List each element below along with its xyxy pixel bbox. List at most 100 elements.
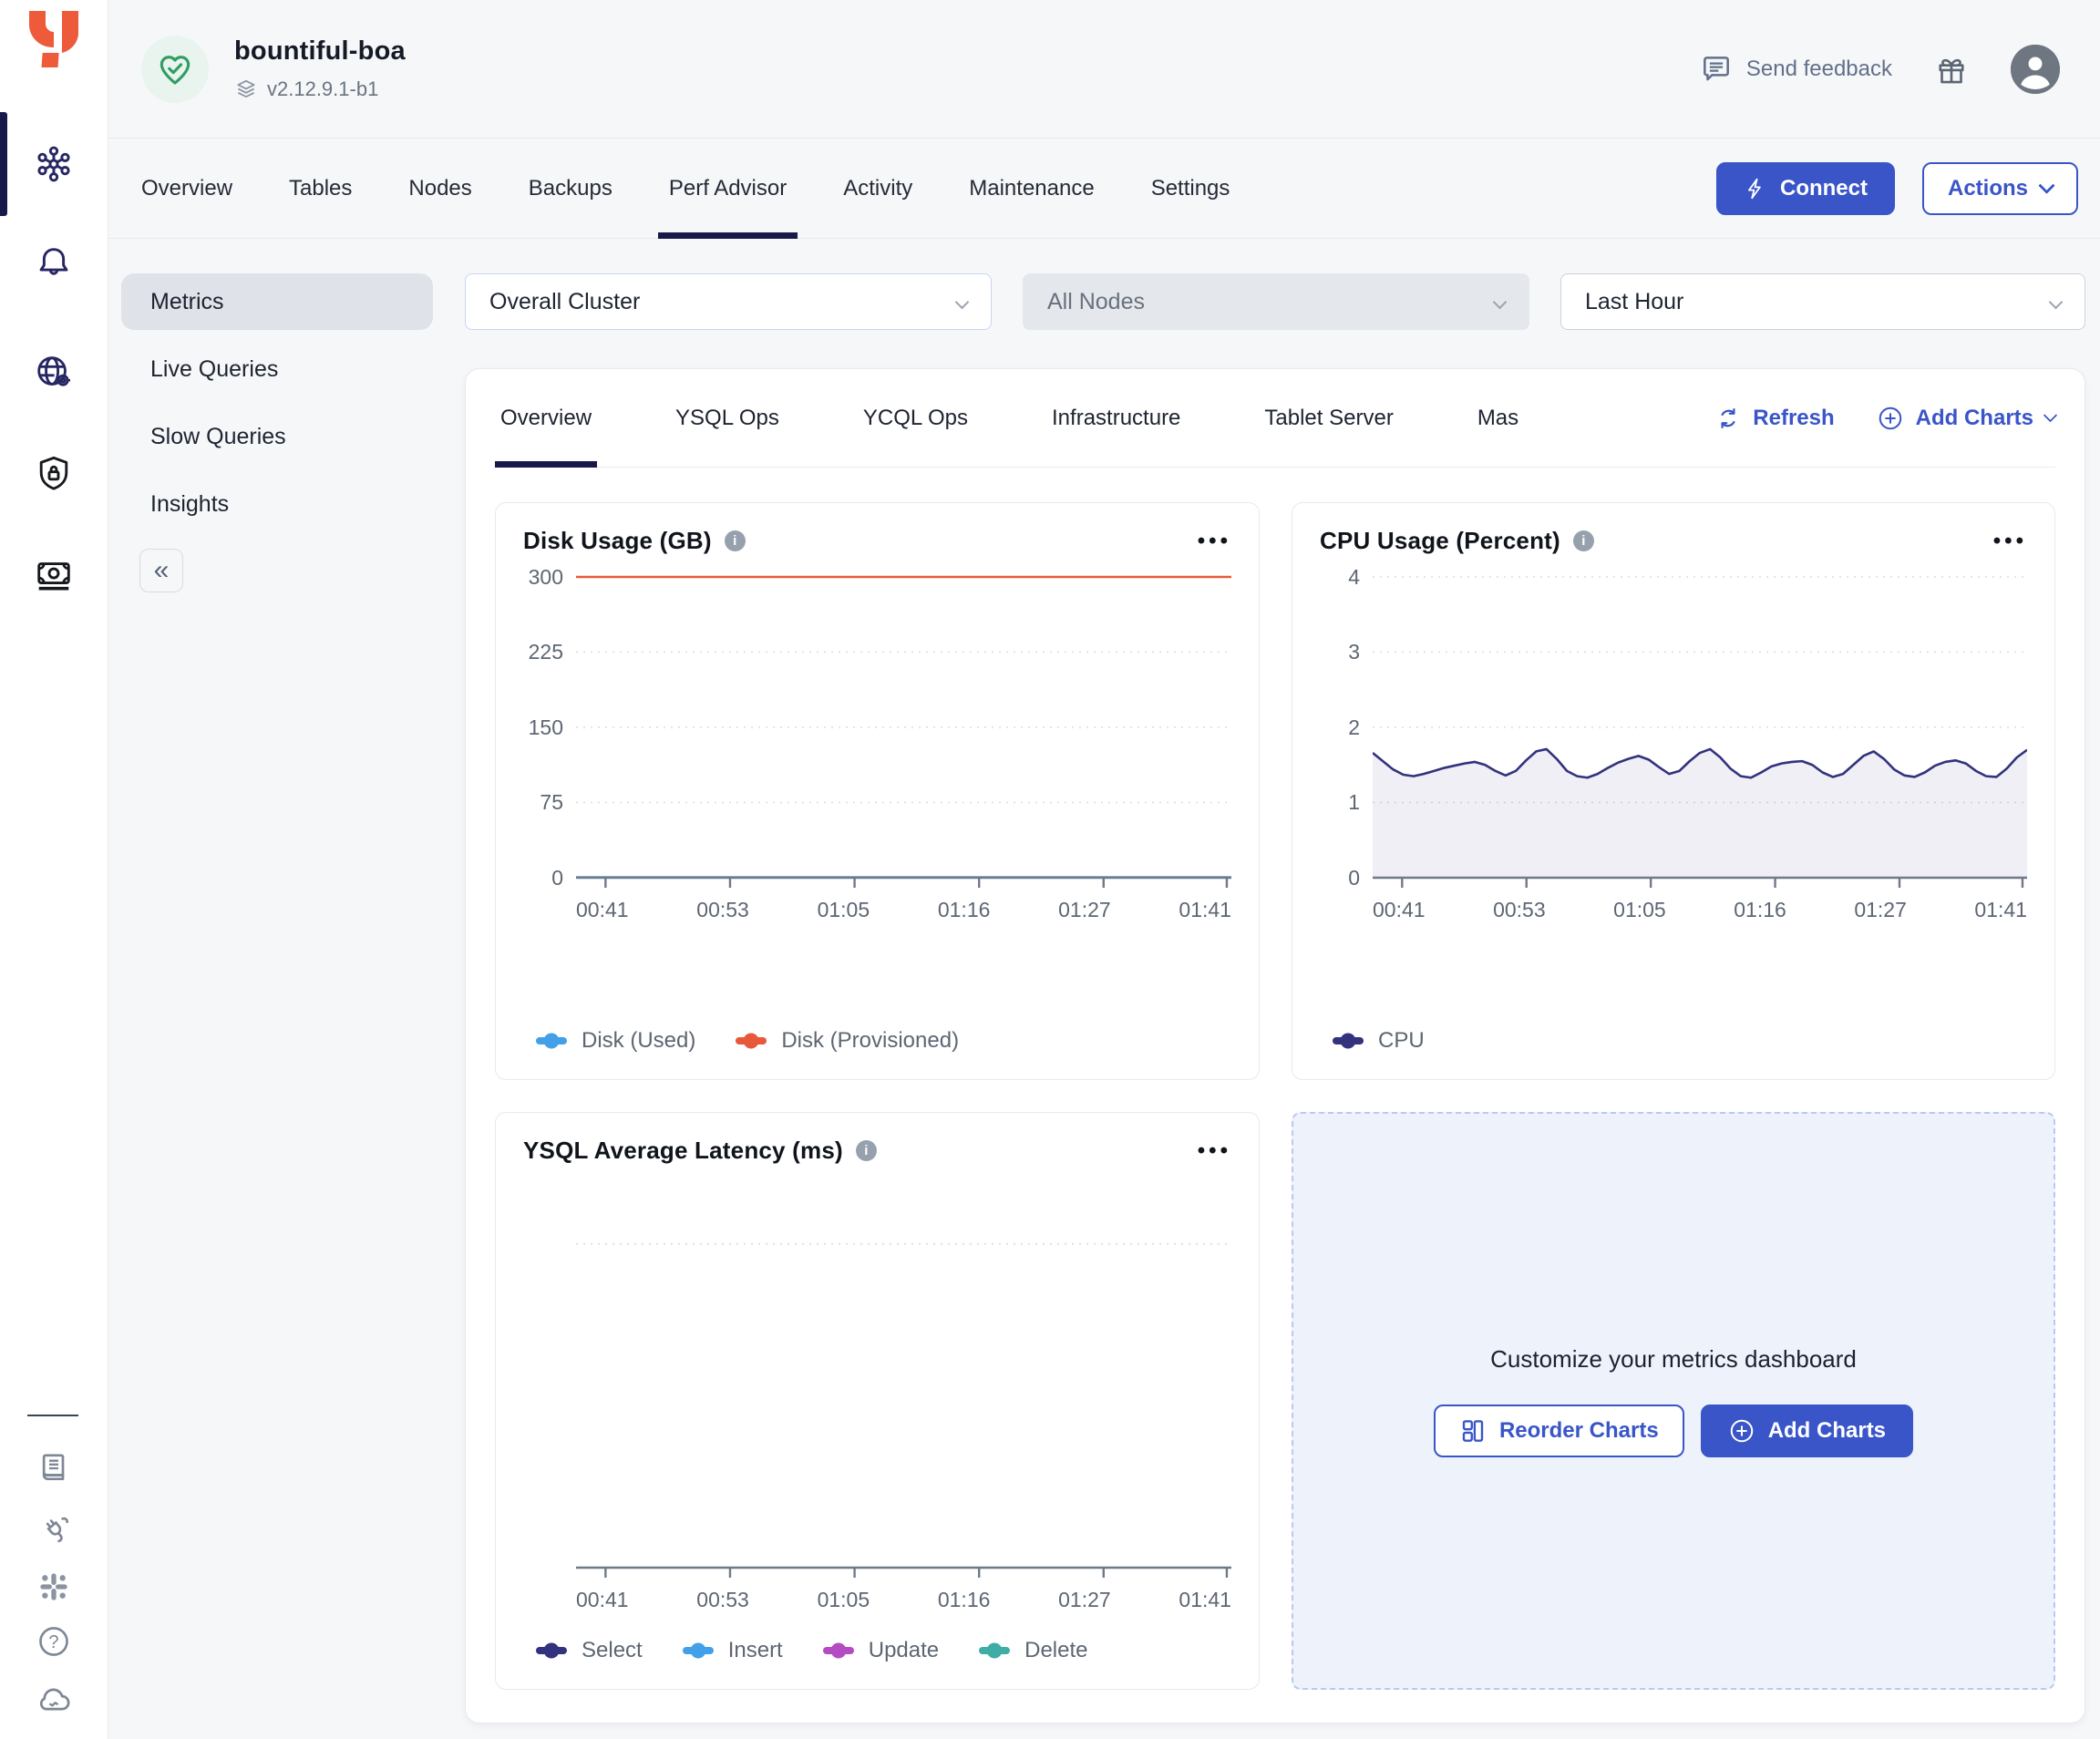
- cloud-status-icon[interactable]: [33, 1679, 75, 1721]
- reorder-grid-icon: [1459, 1417, 1487, 1445]
- x-axis-labels: 00:4100:53 01:0501:16 01:2701:41: [576, 898, 1231, 922]
- chart-title: YSQL Average Latency (ms): [523, 1137, 843, 1165]
- plus-circle-icon: [1728, 1417, 1755, 1445]
- collapse-sidebar-button[interactable]: «: [139, 549, 183, 592]
- svg-text:?: ?: [48, 1632, 58, 1652]
- x-axis-labels: 00:4100:53 01:0501:16 01:2701:41: [576, 1588, 1231, 1612]
- chevron-down-icon: [2038, 177, 2054, 193]
- metrics-tabbar: Overview YSQL Ops YCQL Ops Infrastructur…: [495, 369, 2055, 468]
- chart-legend: Disk (Used) Disk (Provisioned): [523, 1004, 1231, 1057]
- metrics-filters: Overall Cluster All Nodes Last Hour: [465, 273, 2085, 330]
- cluster-header: bountiful-boa v2.12.9.1-b1 Send feedback: [108, 0, 2100, 139]
- integrations-plug-icon[interactable]: [33, 1507, 75, 1549]
- y-axis-labels: 300225 15075 0: [523, 570, 576, 890]
- legend-update[interactable]: Update: [823, 1638, 939, 1663]
- legend-insert[interactable]: Insert: [683, 1638, 783, 1663]
- legend-delete[interactable]: Delete: [979, 1638, 1087, 1663]
- info-icon[interactable]: [1573, 530, 1594, 551]
- legend-disk-provisioned[interactable]: Disk (Provisioned): [736, 1028, 959, 1054]
- info-icon[interactable]: [725, 530, 746, 551]
- metrics-panel: Overview YSQL Ops YCQL Ops Infrastructur…: [465, 368, 2085, 1724]
- y-axis-labels: 43 21 0: [1320, 570, 1373, 890]
- subnav-insights[interactable]: Insights: [121, 476, 433, 532]
- disk-usage-chart-card: Disk Usage (GB) ••• 300225 15075 0: [495, 502, 1260, 1080]
- customize-dashboard-panel: Customize your metrics dashboard Reorder…: [1292, 1112, 2055, 1690]
- docs-book-icon[interactable]: [33, 1447, 75, 1489]
- mtab-overview[interactable]: Overview: [500, 369, 592, 467]
- ysql-latency-plot: [576, 1179, 1231, 1580]
- subnav-live-queries[interactable]: Live Queries: [121, 341, 433, 397]
- subnav-metrics[interactable]: Metrics: [121, 273, 433, 330]
- plus-circle-icon: [1877, 405, 1904, 432]
- cpu-usage-plot: [1373, 570, 2027, 890]
- mtab-master-server-truncated[interactable]: Mas: [1477, 369, 1518, 467]
- clusters-icon[interactable]: [33, 143, 75, 185]
- tab-nodes[interactable]: Nodes: [408, 139, 471, 238]
- billing-icon[interactable]: [33, 553, 75, 595]
- y-axis-labels: [523, 1179, 576, 1580]
- time-range-select[interactable]: Last Hour: [1560, 273, 2085, 330]
- add-charts-panel-button[interactable]: Add Charts: [1701, 1405, 1913, 1457]
- subnav-slow-queries[interactable]: Slow Queries: [121, 408, 433, 465]
- refresh-icon: [1715, 406, 1741, 431]
- tab-activity[interactable]: Activity: [843, 139, 912, 238]
- send-feedback-button[interactable]: Send feedback: [1699, 52, 1892, 87]
- tab-backups[interactable]: Backups: [529, 139, 612, 238]
- send-feedback-label: Send feedback: [1746, 57, 1892, 82]
- mtab-infrastructure[interactable]: Infrastructure: [1052, 369, 1180, 467]
- legend-cpu[interactable]: CPU: [1333, 1028, 1425, 1054]
- cluster-scope-select[interactable]: Overall Cluster: [465, 273, 992, 330]
- chart-menu-icon[interactable]: •••: [1198, 1147, 1231, 1156]
- add-charts-button[interactable]: Add Charts: [1877, 405, 2055, 432]
- cluster-tabbar: Overview Tables Nodes Backups Perf Advis…: [108, 139, 2100, 239]
- mtab-ysql-ops[interactable]: YSQL Ops: [675, 369, 779, 467]
- nodes-select: All Nodes: [1023, 273, 1529, 330]
- chart-menu-icon[interactable]: •••: [1993, 537, 2027, 546]
- info-icon[interactable]: [856, 1140, 877, 1161]
- connect-button[interactable]: Connect: [1716, 162, 1895, 215]
- main-area: bountiful-boa v2.12.9.1-b1 Send feedback: [108, 0, 2100, 1739]
- chevron-down-icon: [2043, 408, 2058, 423]
- app-sidebar: ?: [0, 0, 108, 1739]
- sidebar-active-indicator: [0, 112, 7, 216]
- refresh-button[interactable]: Refresh: [1715, 406, 1834, 431]
- tab-tables[interactable]: Tables: [289, 139, 352, 238]
- tab-overview[interactable]: Overview: [141, 139, 232, 238]
- chart-menu-icon[interactable]: •••: [1198, 537, 1231, 546]
- legend-disk-used[interactable]: Disk (Used): [536, 1028, 695, 1054]
- tab-maintenance[interactable]: Maintenance: [969, 139, 1094, 238]
- legend-select[interactable]: Select: [536, 1638, 643, 1663]
- lightning-icon: [1744, 177, 1767, 201]
- rewards-gift-icon[interactable]: [1932, 50, 1971, 88]
- user-avatar[interactable]: [2011, 45, 2060, 94]
- disk-usage-plot: [576, 570, 1231, 890]
- sidebar-divider: [27, 1415, 78, 1416]
- chart-legend: Select Insert Update: [523, 1614, 1231, 1667]
- collapse-icon: «: [154, 555, 170, 586]
- ysql-latency-chart-card: YSQL Average Latency (ms) ••• 00:4100:53…: [495, 1112, 1260, 1690]
- network-settings-icon[interactable]: [33, 351, 75, 393]
- layers-icon: [234, 77, 258, 101]
- reorder-charts-button[interactable]: Reorder Charts: [1434, 1405, 1684, 1457]
- alerts-bell-icon[interactable]: [33, 242, 75, 283]
- chevron-down-icon: [1493, 294, 1508, 309]
- mtab-tablet-server[interactable]: Tablet Server: [1264, 369, 1393, 467]
- health-badge: [141, 36, 209, 103]
- mtab-ycql-ops[interactable]: YCQL Ops: [863, 369, 968, 467]
- tab-settings[interactable]: Settings: [1151, 139, 1230, 238]
- cluster-version: v2.12.9.1-b1: [267, 77, 378, 101]
- perf-subnav: Metrics Live Queries Slow Queries Insigh…: [121, 273, 433, 1724]
- tab-perf-advisor[interactable]: Perf Advisor: [669, 139, 787, 238]
- security-shield-icon[interactable]: [33, 453, 75, 495]
- chart-title: CPU Usage (Percent): [1320, 527, 1560, 555]
- cluster-name: bountiful-boa: [234, 36, 406, 67]
- help-icon[interactable]: ?: [33, 1621, 75, 1662]
- actions-button[interactable]: Actions: [1922, 162, 2078, 215]
- chart-title: Disk Usage (GB): [523, 527, 712, 555]
- x-axis-labels: 00:4100:53 01:0501:16 01:2701:41: [1373, 898, 2027, 922]
- cpu-usage-chart-card: CPU Usage (Percent) ••• 43 21 0: [1292, 502, 2055, 1080]
- slack-icon[interactable]: [33, 1566, 75, 1608]
- yugabyte-logo[interactable]: [26, 9, 82, 69]
- customize-title: Customize your metrics dashboard: [1490, 1345, 1857, 1374]
- chart-legend: CPU: [1320, 1004, 2027, 1057]
